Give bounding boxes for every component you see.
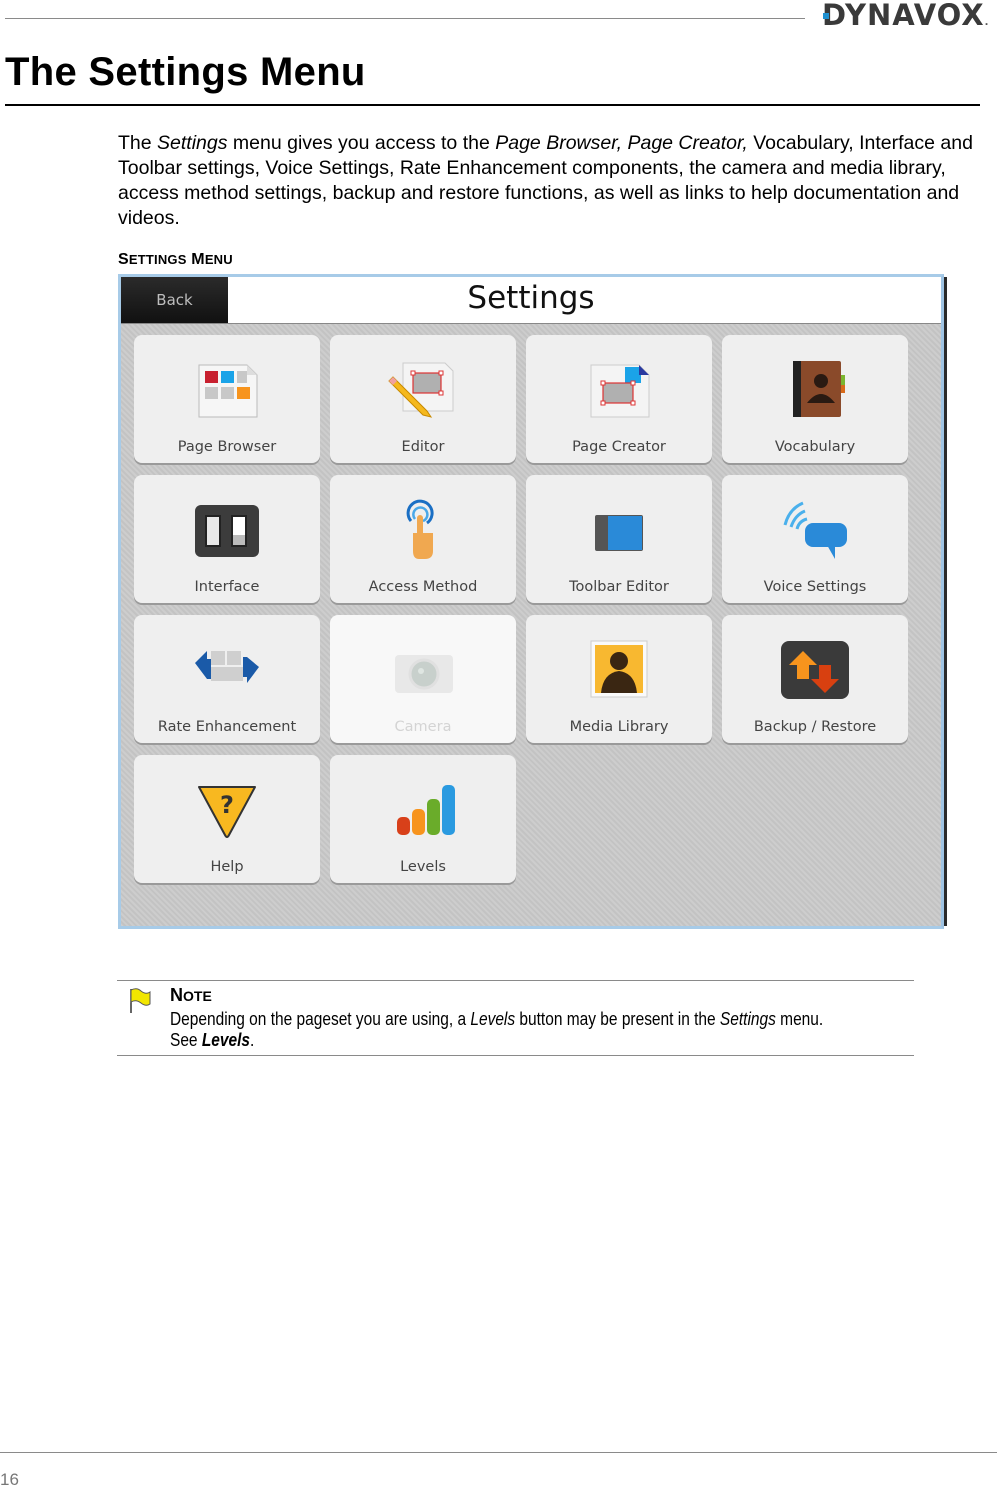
tile-label: Vocabulary	[774, 439, 856, 455]
vocabulary-button[interactable]: Vocabulary	[722, 335, 908, 463]
note-settings-term: Settings	[719, 1009, 776, 1029]
note-text-part: button may be present in the	[515, 1009, 720, 1029]
logo-suffix: .	[984, 17, 990, 28]
page-title: The Settings Menu	[5, 50, 366, 94]
tile-label: Camera	[394, 719, 452, 735]
page-browser-icon	[198, 364, 258, 418]
access-method-button[interactable]: Access Method	[330, 475, 516, 603]
dynavox-logo: DYNAVOX.	[822, 0, 989, 32]
caption-cap: M	[191, 251, 205, 268]
note-bottom-rule	[117, 1055, 914, 1056]
intro-paragraph: The Settings menu gives you access to th…	[118, 131, 978, 231]
settings-screenshot: Back Settings Page Browser Editor Page C…	[118, 274, 947, 929]
access-method-icon	[406, 499, 434, 559]
backup-restore-button[interactable]: Backup / Restore	[722, 615, 908, 743]
intro-text: The	[118, 132, 158, 154]
levels-link[interactable]: Levels	[202, 1030, 250, 1050]
intro-pages-term: Page Browser, Page Creator,	[495, 132, 748, 154]
title-rule	[5, 104, 980, 106]
backup-restore-icon	[781, 641, 849, 699]
page-creator-button[interactable]: Page Creator	[526, 335, 712, 463]
svg-text:?: ?	[220, 791, 234, 819]
tile-label: Backup / Restore	[753, 719, 877, 735]
tile-label: Levels	[400, 859, 446, 875]
intro-settings-term: Settings	[157, 132, 228, 154]
note-heading-cap: N	[170, 985, 183, 1005]
back-button[interactable]: Back	[121, 277, 228, 323]
rate-enhancement-icon	[195, 651, 259, 683]
media-library-button[interactable]: Media Library	[526, 615, 712, 743]
editor-icon	[388, 362, 454, 418]
footer-rule	[0, 1452, 997, 1453]
settings-grid: Page Browser Editor Page Creator Vocabul…	[134, 335, 908, 883]
note-flag-icon	[130, 988, 151, 1013]
interface-button[interactable]: Interface	[134, 475, 320, 603]
tile-label: Media Library	[569, 719, 669, 735]
vocabulary-icon	[793, 361, 845, 417]
tile-label: Access Method	[368, 579, 478, 595]
toolbar-editor-icon	[595, 515, 643, 551]
note-text: Depending on the pageset you are using, …	[170, 1009, 910, 1051]
note-text-part: Depending on the pageset you are using, …	[170, 1009, 471, 1029]
camera-button[interactable]: Camera	[330, 615, 516, 743]
figure-caption: SETTINGS MENU	[118, 251, 233, 269]
rate-enhancement-button[interactable]: Rate Enhancement	[134, 615, 320, 743]
toolbar-editor-button[interactable]: Toolbar Editor	[526, 475, 712, 603]
caption-rest: ETTINGS	[128, 252, 187, 267]
note-top-rule	[117, 980, 914, 981]
page-creator-icon	[590, 364, 650, 418]
levels-icon	[397, 785, 455, 835]
settings-header: Back Settings	[121, 277, 941, 324]
help-button[interactable]: ? Help	[134, 755, 320, 883]
screenshot-edge	[944, 277, 947, 926]
tile-label: Voice Settings	[763, 579, 867, 595]
voice-settings-button[interactable]: Voice Settings	[722, 475, 908, 603]
note-heading: NOTE	[170, 985, 212, 1006]
tile-label: Interface	[194, 579, 260, 595]
voice-settings-icon	[783, 501, 847, 559]
tile-label: Help	[210, 859, 244, 875]
tile-label: Page Creator	[572, 439, 666, 455]
settings-title: Settings	[467, 280, 595, 316]
tile-label: Rate Enhancement	[157, 719, 297, 735]
page-browser-button[interactable]: Page Browser	[134, 335, 320, 463]
logo-text: DYNAVOX	[822, 0, 985, 32]
help-icon: ?	[198, 786, 256, 838]
camera-icon	[395, 655, 453, 693]
editor-button[interactable]: Editor	[330, 335, 516, 463]
interface-icon	[195, 505, 259, 557]
header-rule	[5, 18, 805, 19]
tile-label: Editor	[401, 439, 445, 455]
note-heading-rest: OTE	[183, 988, 212, 1004]
caption-cap: S	[118, 251, 129, 268]
caption-rest: ENU	[204, 252, 233, 267]
media-library-icon	[590, 640, 648, 698]
note-levels-term: Levels	[470, 1009, 516, 1029]
page-number: 16	[0, 1470, 19, 1489]
intro-text: menu gives you access to the	[227, 132, 496, 154]
tile-label: Toolbar Editor	[569, 579, 669, 595]
note-text-part: See	[170, 1030, 202, 1050]
tile-label: Page Browser	[177, 439, 277, 455]
note-text-part: .	[250, 1030, 255, 1050]
note-text-part: menu.	[775, 1009, 824, 1029]
levels-button[interactable]: Levels	[330, 755, 516, 883]
